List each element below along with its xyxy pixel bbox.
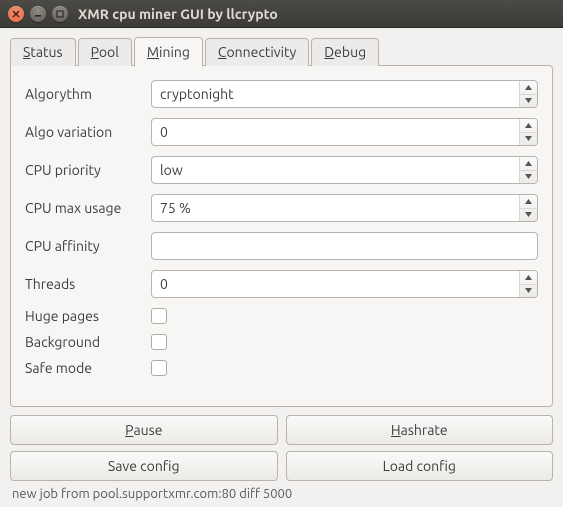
safe-mode-checkbox[interactable]	[151, 360, 167, 376]
chevron-down-icon[interactable]	[520, 208, 537, 222]
close-icon[interactable]	[8, 6, 24, 22]
mining-panel: Algorythm cryptonight Algo variation CPU…	[10, 65, 553, 407]
algorythm-combo-buttons[interactable]	[519, 81, 537, 107]
hashrate-button[interactable]: Hashrate	[286, 415, 554, 445]
huge-pages-label: Huge pages	[25, 308, 143, 324]
algo-variation-field[interactable]	[151, 118, 538, 146]
cpu-max-usage-input[interactable]	[152, 195, 519, 221]
threads-spin[interactable]	[519, 271, 537, 297]
cpu-affinity-label: CPU affinity	[25, 238, 143, 254]
load-config-button[interactable]: Load config	[286, 451, 554, 481]
chevron-down-icon[interactable]	[520, 170, 537, 184]
tab-connectivity[interactable]: Connectivity	[205, 38, 309, 66]
chevron-up-icon[interactable]	[520, 195, 537, 208]
chevron-down-icon[interactable]	[520, 132, 537, 146]
tab-mining[interactable]: Mining	[134, 37, 203, 67]
tab-debug[interactable]: Debug	[311, 38, 379, 66]
chevron-down-icon[interactable]	[520, 284, 537, 298]
algo-variation-input[interactable]	[152, 119, 519, 145]
chevron-up-icon[interactable]	[520, 119, 537, 132]
cpu-max-usage-label: CPU max usage	[25, 200, 143, 216]
algo-variation-spin[interactable]	[519, 119, 537, 145]
cpu-max-usage-spin[interactable]	[519, 195, 537, 221]
background-checkbox[interactable]	[151, 334, 167, 350]
tab-pool[interactable]: Pool	[78, 38, 132, 66]
window-title: XMR cpu miner GUI by llcrypto	[78, 6, 278, 22]
huge-pages-checkbox[interactable]	[151, 308, 167, 324]
algo-variation-label: Algo variation	[25, 124, 143, 140]
window-controls	[8, 6, 68, 22]
mining-form: Algorythm cryptonight Algo variation CPU…	[25, 80, 538, 376]
action-buttons: Pause Hashrate Save config Load config	[10, 415, 553, 481]
save-config-button[interactable]: Save config	[10, 451, 278, 481]
threads-field[interactable]	[151, 270, 538, 298]
pause-button[interactable]: Pause	[10, 415, 278, 445]
chevron-up-icon[interactable]	[520, 271, 537, 284]
cpu-affinity-field[interactable]	[151, 232, 538, 260]
cpu-priority-field[interactable]: low	[151, 156, 538, 184]
tab-status[interactable]: Status	[10, 38, 76, 66]
chevron-down-icon[interactable]	[520, 94, 537, 108]
chevron-up-icon[interactable]	[520, 157, 537, 170]
maximize-icon[interactable]	[52, 6, 68, 22]
background-label: Background	[25, 334, 143, 350]
algorythm-field[interactable]: cryptonight	[151, 80, 538, 108]
safe-mode-label: Safe mode	[25, 360, 143, 376]
algorythm-value: cryptonight	[152, 81, 519, 107]
titlebar: XMR cpu miner GUI by llcrypto	[0, 0, 563, 28]
chevron-up-icon[interactable]	[520, 81, 537, 94]
window-body: Status Pool Mining Connectivity Debug Al…	[0, 28, 563, 507]
algorythm-label: Algorythm	[25, 86, 143, 102]
cpu-priority-label: CPU priority	[25, 162, 143, 178]
cpu-priority-combo-buttons[interactable]	[519, 157, 537, 183]
minimize-icon[interactable]	[30, 6, 46, 22]
cpu-priority-value: low	[152, 157, 519, 183]
tab-strip: Status Pool Mining Connectivity Debug	[10, 36, 553, 66]
threads-input[interactable]	[152, 271, 519, 297]
cpu-max-usage-field[interactable]	[151, 194, 538, 222]
status-line: new job from pool.supportxmr.com:80 diff…	[10, 487, 553, 503]
cpu-affinity-input[interactable]	[152, 233, 537, 259]
threads-label: Threads	[25, 276, 143, 292]
